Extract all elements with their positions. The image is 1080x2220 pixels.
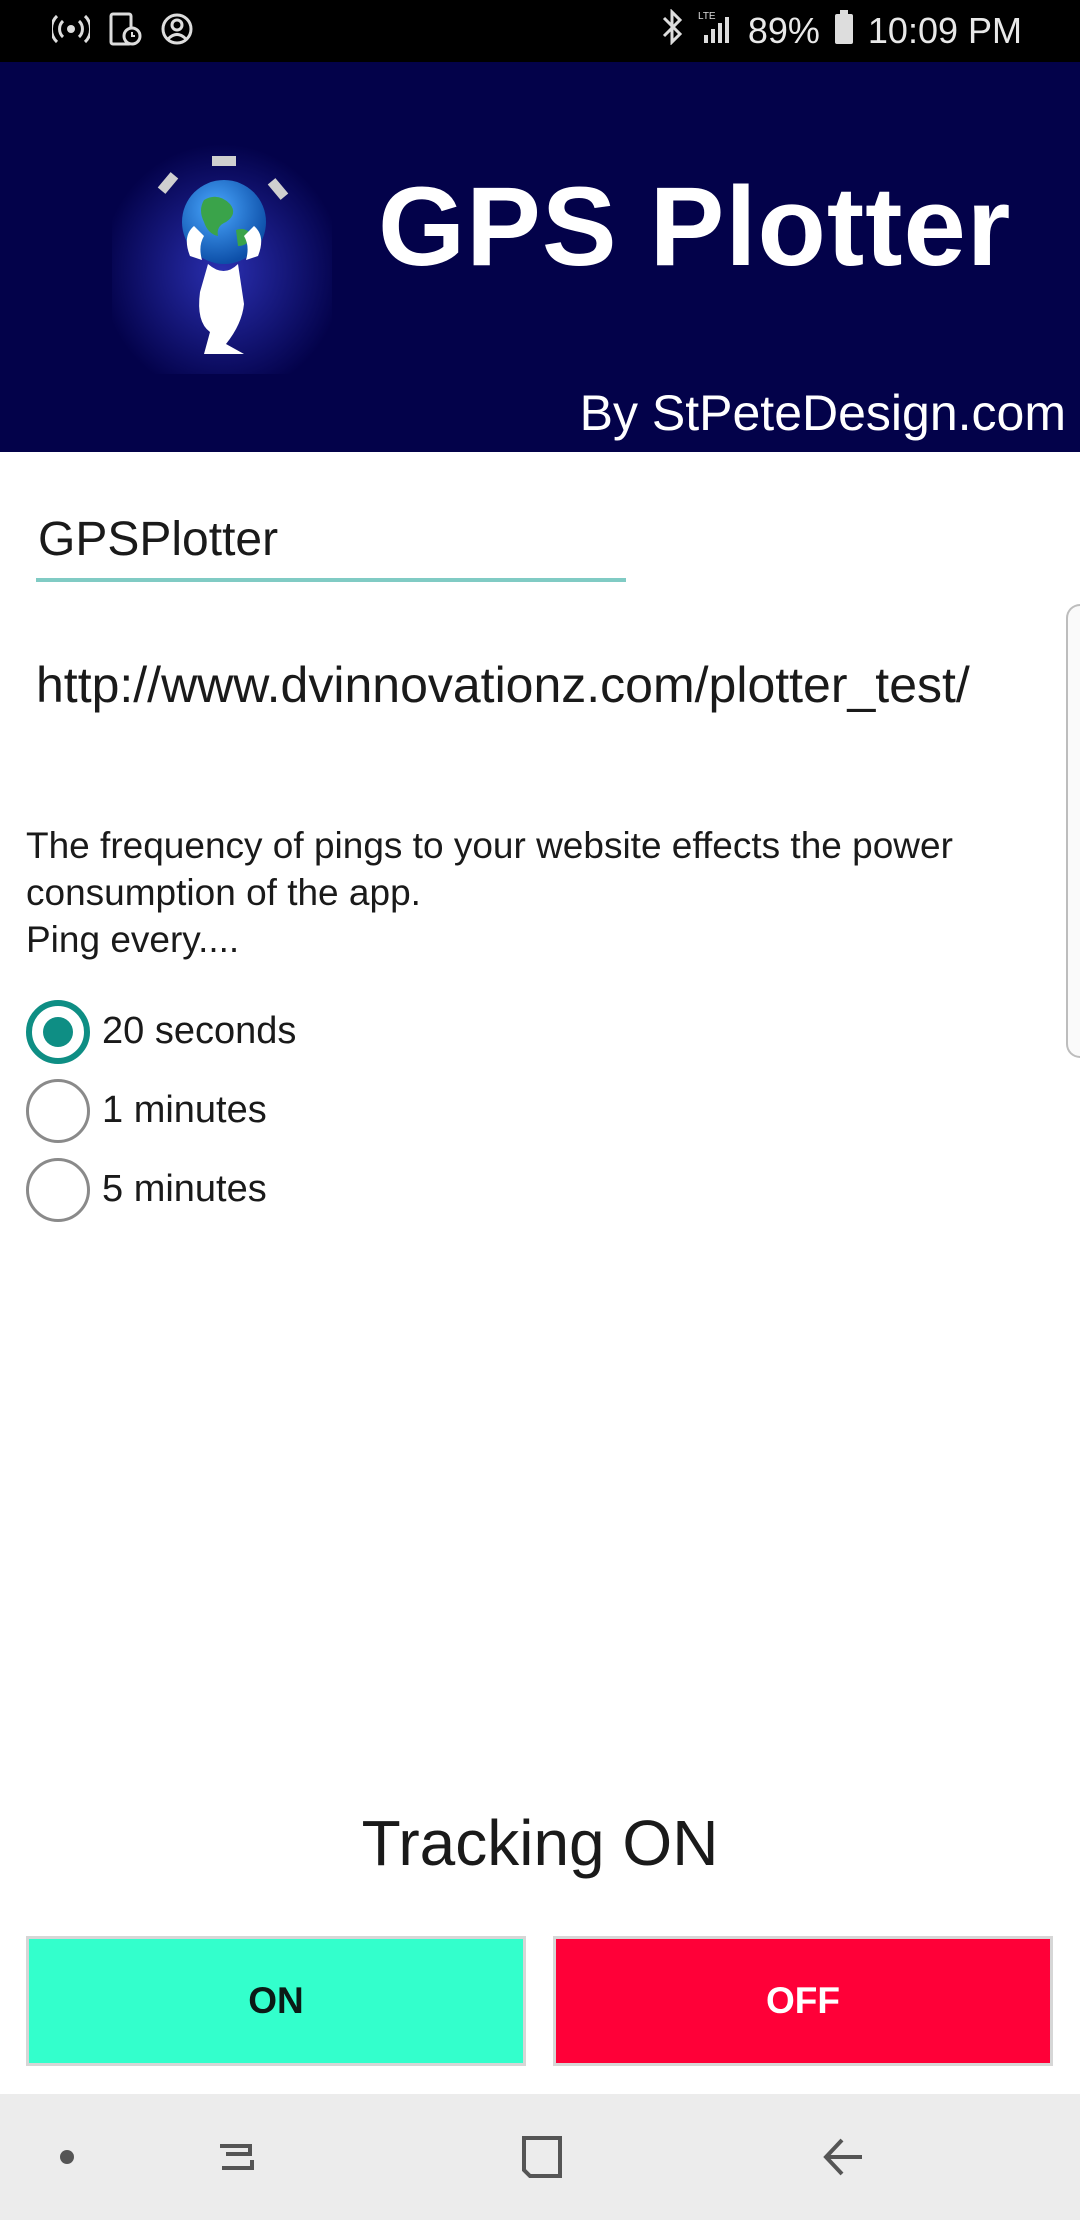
clock: 10:09 PM (867, 10, 1022, 51)
account-icon (160, 12, 194, 51)
scroll-handle[interactable] (1066, 604, 1080, 1058)
status-bar: LTE 89% 10:09 PM (0, 0, 1080, 62)
tracking-off-button[interactable]: OFF (553, 1936, 1053, 2066)
wireless-signal-icon (50, 14, 92, 49)
tracking-on-button[interactable]: ON (26, 1936, 526, 2066)
svg-text:LTE: LTE (698, 11, 716, 22)
radio-option-20-seconds[interactable]: 20 seconds (26, 992, 296, 1071)
url-field[interactable]: http://www.dvinnovationz.com/plotter_tes… (36, 656, 1044, 726)
name-input[interactable] (36, 500, 626, 582)
lte-signal-icon: LTE (698, 9, 734, 54)
radio-label: 5 minutes (102, 1168, 267, 1210)
battery-percent: 89% (747, 10, 820, 51)
radio-button[interactable] (26, 1157, 90, 1222)
back-icon[interactable] (808, 2122, 878, 2192)
system-nav-bar (0, 2094, 1080, 2220)
radio-option-1-minutes[interactable]: 1 minutes (26, 1071, 296, 1150)
home-icon[interactable] (506, 2122, 576, 2192)
ping-frequency-radio-group: 20 seconds 1 minutes 5 minutes (26, 992, 296, 1229)
ping-info-text: The frequency of pings to your website e… (26, 825, 953, 960)
status-right-area: LTE 89% 10:09 PM (660, 7, 1022, 54)
radio-label: 20 seconds (102, 1010, 297, 1052)
radio-button[interactable] (26, 1078, 90, 1143)
phone-settings-icon (108, 12, 142, 51)
app-header: GPS Plotter By StPeteDesign.com (0, 62, 1080, 452)
battery-icon (834, 9, 854, 54)
radio-option-5-minutes[interactable]: 5 minutes (26, 1150, 296, 1229)
radio-label: 1 minutes (102, 1089, 267, 1131)
app-title: GPS Plotter (378, 164, 1012, 289)
radio-button[interactable] (26, 999, 90, 1064)
bluetooth-icon (660, 7, 684, 54)
recent-apps-icon[interactable] (202, 2122, 272, 2192)
status-left-icons (50, 12, 194, 51)
atlas-globe-logo (112, 104, 332, 374)
byline-link[interactable]: By StPeteDesign.com (580, 384, 1066, 442)
dot-icon[interactable] (32, 2122, 102, 2192)
tracking-status: Tracking ON (361, 1807, 719, 1879)
